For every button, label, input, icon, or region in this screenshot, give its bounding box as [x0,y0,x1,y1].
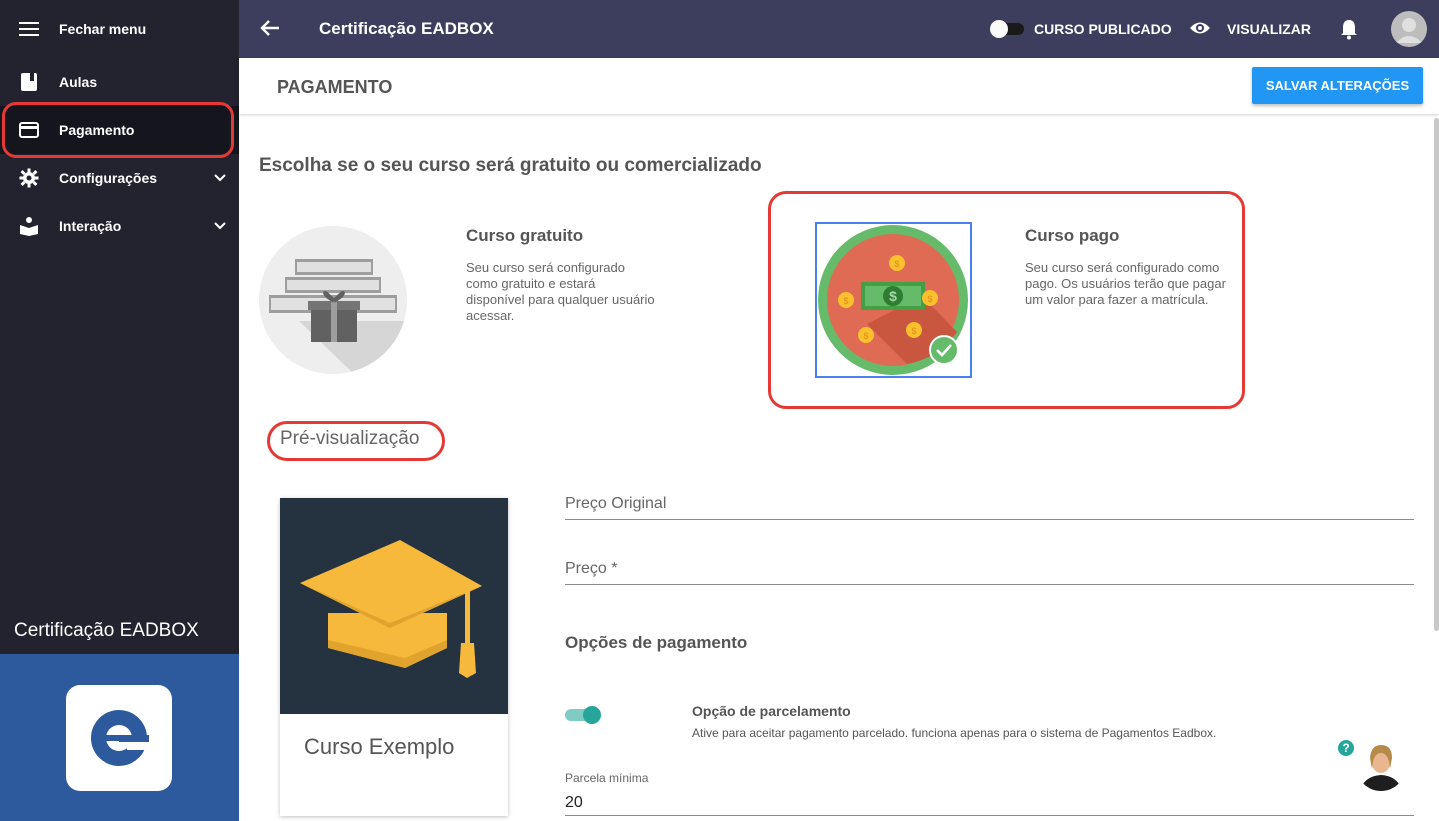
eadbox-logo [66,685,172,791]
payment-options-heading: Opções de pagamento [565,633,748,652]
svg-text:$: $ [863,331,868,341]
sidebar-item-configuracoes[interactable]: Configurações [0,154,239,202]
free-course-option-image[interactable] [259,226,407,374]
sidebar-item-aulas[interactable]: Aulas [0,58,239,106]
logo-panel [0,654,239,821]
back-arrow-icon[interactable] [259,17,281,39]
publish-toggle[interactable] [990,20,1026,38]
bell-icon[interactable] [1340,18,1358,40]
sidebar-item-label: Interação [59,218,122,234]
page-title: PAGAMENTO [277,77,393,97]
preview-title: Pré-visualização [280,428,420,449]
chevron-down-icon [213,219,227,233]
svg-text:$: $ [894,259,899,269]
close-menu-label: Fechar menu [59,21,147,37]
installment-desc: Ative para aceitar pagamento parcelado. … [692,726,1217,740]
help-icon[interactable]: ? [1338,740,1354,756]
original-price-field[interactable] [565,494,1414,520]
gear-icon [18,167,40,189]
chevron-down-icon [213,171,227,185]
course-preview-card: Curso Exemplo [280,498,508,816]
sidebar-item-label: Configurações [59,170,158,186]
svg-text:$: $ [927,294,932,304]
svg-text:$: $ [843,296,848,306]
reader-icon [18,215,40,237]
app: Fechar menu Aulas Pagamento Configuraçõe… [0,0,1439,821]
sidebar-item-label: Aulas [59,74,98,90]
course-name: Curso Exemplo [304,734,455,759]
choose-heading: Escolha se o seu curso será gratuito ou … [259,155,762,176]
course-title: Certificação EADBOX [319,19,494,38]
user-avatar[interactable] [1391,11,1427,47]
min-installment-label: Parcela mínima [565,771,649,785]
free-course-desc: Seu curso será configurado como gratuito… [466,260,655,323]
svg-text:$: $ [889,288,897,304]
main-content: Escolha se o seu curso será gratuito ou … [239,114,1439,821]
eye-icon[interactable] [1189,20,1211,38]
page-header: PAGAMENTO SALVAR ALTERAÇÕES [239,58,1439,114]
view-button[interactable]: VISUALIZAR [1227,21,1311,37]
paid-course-title: Curso pago [1025,226,1120,245]
sidebar: Fechar menu Aulas Pagamento Configuraçõe… [0,0,239,821]
paid-course-desc: Seu curso será configurado como pago. Os… [1025,260,1226,307]
installment-title: Opção de parcelamento [692,703,851,719]
published-label: CURSO PUBLICADO [1034,21,1172,37]
sidebar-brand: Certificação EADBOX [14,620,199,641]
svg-text:$: $ [911,326,916,336]
scrollbar[interactable] [1434,118,1439,631]
topbar: Certificação EADBOX CURSO PUBLICADO VISU… [239,0,1439,58]
save-changes-button[interactable]: SALVAR ALTERAÇÕES [1252,67,1423,104]
support-chat-avatar[interactable] [1356,741,1406,791]
free-course-title: Curso gratuito [466,226,584,245]
paid-course-option-image[interactable]: $ $ $ $ $ $ [815,222,972,378]
course-cover-image [280,498,508,714]
close-menu-button[interactable]: Fechar menu [0,5,239,53]
book-icon [18,71,40,93]
price-field[interactable] [565,559,1414,585]
min-installment-input[interactable] [565,790,1414,816]
hamburger-icon [18,18,40,40]
highlight-annotation [2,102,234,158]
sidebar-item-interacao[interactable]: Interação [0,202,239,250]
installment-toggle[interactable] [565,706,601,724]
